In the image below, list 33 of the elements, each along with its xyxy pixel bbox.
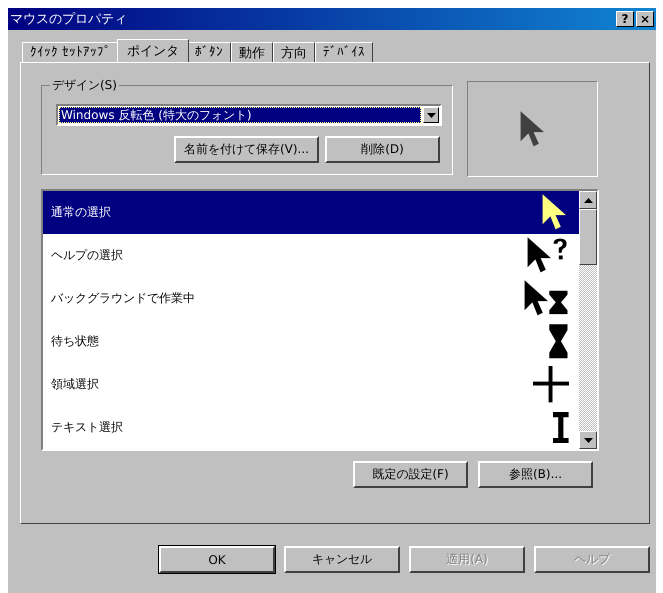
window-title: マウスのプロパティ [10,11,127,28]
pointer-name: バックグラウンドで作業中 [51,290,195,307]
pointer-row[interactable]: 領域選択 [43,363,579,406]
pointer-list[interactable]: 通常の選択 ヘルプの選択 バックグラウンドで作業中 待ち状態 領域選択 テキスト選択 [41,189,599,451]
tab[interactable]: ポインタ [117,39,190,62]
scroll-thumb[interactable] [579,209,597,265]
close-button[interactable]: × [636,11,654,27]
scroll-down-icon[interactable] [584,438,592,442]
pointer-row[interactable]: 待ち状態 [43,320,579,363]
tab[interactable]: 方向 [273,42,316,62]
help-button[interactable]: ? [616,11,634,27]
pointer-name: テキスト選択 [51,419,123,436]
pointer-row[interactable]: バックグラウンドで作業中 [43,277,579,320]
use-default-button[interactable]: 既定の設定(F) [353,461,468,488]
pointer-name: 通常の選択 [51,204,111,221]
cancel-button[interactable]: キャンセル [284,546,400,573]
scrollbar[interactable] [579,191,597,449]
scroll-up-icon[interactable] [584,198,592,202]
group-label: デザイン(S) [50,77,119,94]
pointer-row[interactable]: ヘルプの選択 [43,234,579,277]
pointer-row[interactable]: テキスト選択 [43,406,579,449]
scheme-dropdown[interactable]: Windows 反転色 (特大のフォント) [56,104,442,126]
pointer-name: 領域選択 [51,376,99,393]
save-as-button[interactable]: 名前を付けて保存(V)... [174,136,319,163]
pointer-name: ヘルプの選択 [51,247,123,264]
ok-button[interactable]: OK [159,546,275,573]
tab[interactable]: ﾃﾞﾊﾞｲｽ [315,42,374,62]
tab[interactable]: 動作 [231,42,274,62]
browse-button[interactable]: 参照(B)... [478,461,593,488]
pointer-name: 待ち状態 [51,333,99,350]
delete-button[interactable]: 削除(D) [325,136,440,163]
tab[interactable]: ﾎﾞﾀﾝ [187,42,232,62]
pointer-row[interactable]: 通常の選択 [43,191,579,234]
